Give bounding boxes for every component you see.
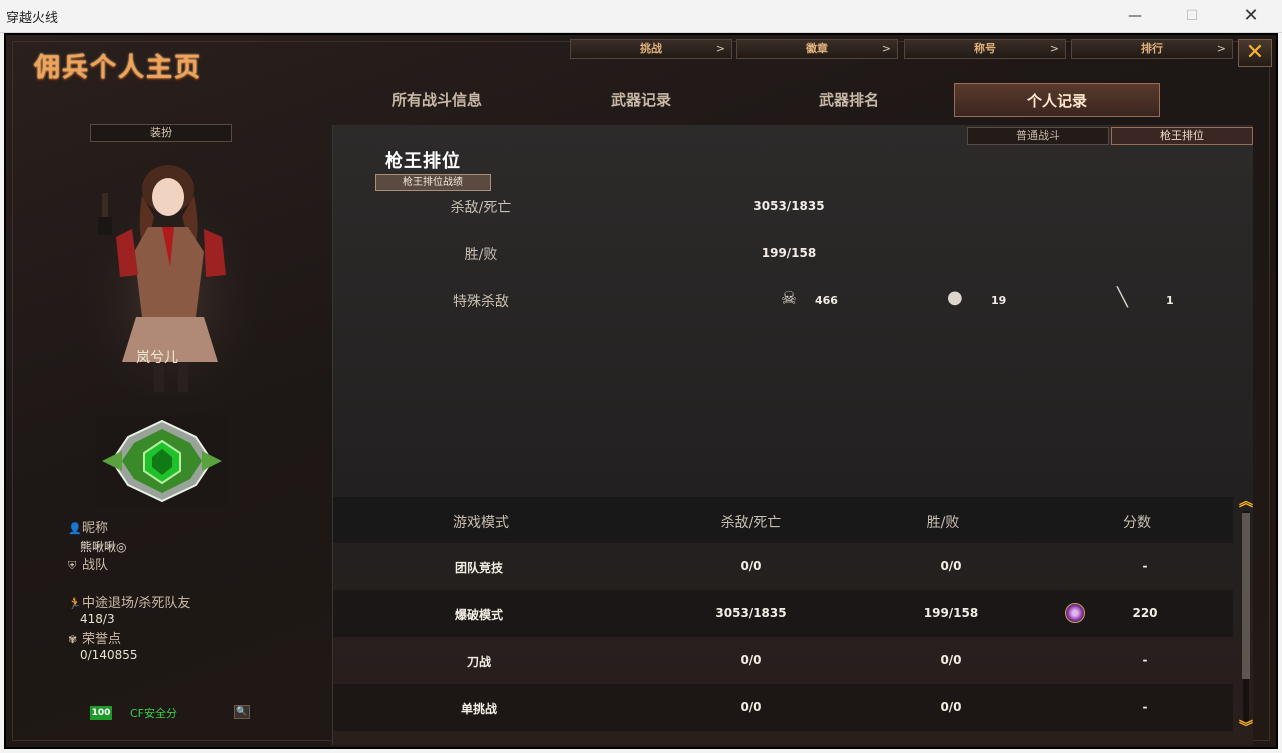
close-icon[interactable]: ✕ <box>1238 39 1272 67</box>
chevron-up-icon[interactable]: ︽ <box>1238 495 1254 509</box>
skull-crossbones-icon: ☠ <box>781 288 798 309</box>
header-kd: 杀敌/死亡 <box>720 515 782 531</box>
mode-table: 游戏模式 杀敌/死亡 胜/败 分数 团队竞技 0/0 0/0 - 爆破模式 30… <box>333 497 1233 745</box>
chevron-right-icon: > <box>1216 42 1226 55</box>
row-kd: 3053/1835 <box>715 606 787 620</box>
chevron-right-icon: > <box>881 42 891 55</box>
team-icon: ⛨ <box>68 559 77 572</box>
team-label: 战队 <box>82 558 109 573</box>
honor-label-row: ✾ 荣誉点 <box>68 628 121 647</box>
wl-value: 199/158 <box>761 246 817 260</box>
special-knife-value: 1 <box>1166 294 1174 307</box>
knife-icon: ╲ <box>1117 287 1128 308</box>
kd-label: 杀敌/死亡 <box>450 200 512 216</box>
safety-score-bar: 100 CF安全分 🔍 <box>90 703 254 725</box>
tab-personal-records[interactable]: 个人记录 <box>954 83 1160 117</box>
menu-challenge-label: 挑战 <box>640 42 662 55</box>
honor-value: 0/140855 <box>80 648 138 662</box>
minimize-button[interactable]: — <box>1106 0 1164 32</box>
rank-emblem-icon <box>96 415 228 507</box>
content-panel: 普通战斗 枪王排位 枪王排位 枪王排位战绩 杀敌/死亡 3053/1835 胜/… <box>332 125 1253 745</box>
special-kill-label: 特殊杀敌 <box>453 294 509 310</box>
running-man-icon: 🏃 <box>68 597 82 610</box>
row-wl: 0/0 <box>940 559 962 573</box>
window-titlebar: 穿越火线 — ☐ ✕ <box>0 0 1282 33</box>
tab-weapon-records[interactable]: 武器记录 <box>538 83 744 117</box>
quit-label-row: 🏃中途退场/杀死队友 <box>68 592 190 611</box>
menu-badge-label: 徽章 <box>806 42 828 55</box>
row-kd: 0/0 <box>740 700 762 714</box>
window-close-button[interactable]: ✕ <box>1222 0 1280 32</box>
chevron-right-icon: > <box>715 42 725 55</box>
menu-title[interactable]: 称号 > <box>904 39 1066 59</box>
menu-ranking-label: 排行 <box>1141 42 1163 55</box>
nickname-label: 昵称 <box>82 521 109 536</box>
row-mode: 单挑战 <box>460 702 497 716</box>
row-mode: 团队竞技 <box>454 561 503 575</box>
header-wl: 胜/败 <box>926 515 960 531</box>
table-row[interactable]: 单挑战 0/0 0/0 - <box>333 684 1233 731</box>
chevron-right-icon: > <box>1049 42 1059 55</box>
maximize-button[interactable]: ☐ <box>1163 0 1221 32</box>
table-scrollbar[interactable]: ︽ ︾ <box>1238 495 1254 735</box>
tab-weapon-ranking[interactable]: 武器排名 <box>746 83 952 117</box>
honor-icon: ✾ <box>68 633 78 646</box>
nickname-value: 熊啾啾◎ <box>80 540 127 554</box>
menu-title-label: 称号 <box>974 42 996 55</box>
ranked-record-button[interactable]: 枪王排位战绩 <box>375 174 491 191</box>
header-score: 分数 <box>1123 515 1151 531</box>
character-name: 岚兮儿 <box>136 350 178 366</box>
row-kd: 0/0 <box>740 653 762 667</box>
menu-badge[interactable]: 徽章 > <box>736 39 898 59</box>
row-score: 220 <box>1132 606 1158 620</box>
row-score: - <box>1142 653 1148 667</box>
row-mode: 刀战 <box>466 655 491 669</box>
chevron-down-icon[interactable]: ︾ <box>1238 721 1254 735</box>
subtab-ranked[interactable]: 枪王排位 <box>1111 127 1253 145</box>
subtab-normal-battle[interactable]: 普通战斗 <box>967 127 1109 145</box>
section-title: 枪王排位 <box>385 151 461 172</box>
game-window: 佣兵个人主页 挑战 > 徽章 > 称号 > 排行 > ✕ 所有战斗信息 武器记录… <box>4 33 1278 749</box>
menu-challenge[interactable]: 挑战 > <box>570 39 732 59</box>
safety-score-badge: 100 <box>90 706 112 720</box>
header-mode: 游戏模式 <box>453 515 509 531</box>
table-row[interactable]: 刀战 0/0 0/0 - <box>333 637 1233 684</box>
row-wl: 199/158 <box>923 606 979 620</box>
table-row[interactable]: 团队竞技 0/0 0/0 - <box>333 543 1233 590</box>
grenade-icon: ● <box>947 287 963 308</box>
nickname-label-row: 👤昵称 <box>68 517 108 536</box>
quit-value: 418/3 <box>80 612 115 626</box>
scroll-thumb[interactable] <box>1242 513 1250 679</box>
table-row[interactable]: 爆破模式 3053/1835 199/158 220 <box>333 590 1233 637</box>
kd-value: 3053/1835 <box>753 199 825 213</box>
table-header: 游戏模式 杀敌/死亡 胜/败 分数 <box>333 497 1233 543</box>
special-grenade-value: 19 <box>991 294 1007 307</box>
row-kd: 0/0 <box>740 559 762 573</box>
row-wl: 0/0 <box>940 653 962 667</box>
window-title: 穿越火线 <box>6 11 59 26</box>
wl-label: 胜/败 <box>464 247 498 263</box>
safety-score-label: CF安全分 <box>130 707 178 720</box>
tab-all-battle-info[interactable]: 所有战斗信息 <box>334 83 540 117</box>
menu-ranking[interactable]: 排行 > <box>1071 39 1233 59</box>
row-score: - <box>1142 559 1148 573</box>
row-wl: 0/0 <box>940 700 962 714</box>
user-icon: 👤 <box>68 522 82 535</box>
row-score: - <box>1142 700 1148 714</box>
special-headshot-value: 466 <box>815 294 838 307</box>
outfit-button[interactable]: 装扮 <box>90 124 232 142</box>
honor-label: 荣誉点 <box>82 632 122 647</box>
row-mode: 爆破模式 <box>454 608 503 622</box>
quit-label: 中途退场/杀死队友 <box>82 596 191 611</box>
search-icon[interactable]: 🔍 <box>234 705 250 719</box>
team-label-row: ⛨ 战队 <box>68 554 108 573</box>
page-title: 佣兵个人主页 <box>34 53 203 83</box>
